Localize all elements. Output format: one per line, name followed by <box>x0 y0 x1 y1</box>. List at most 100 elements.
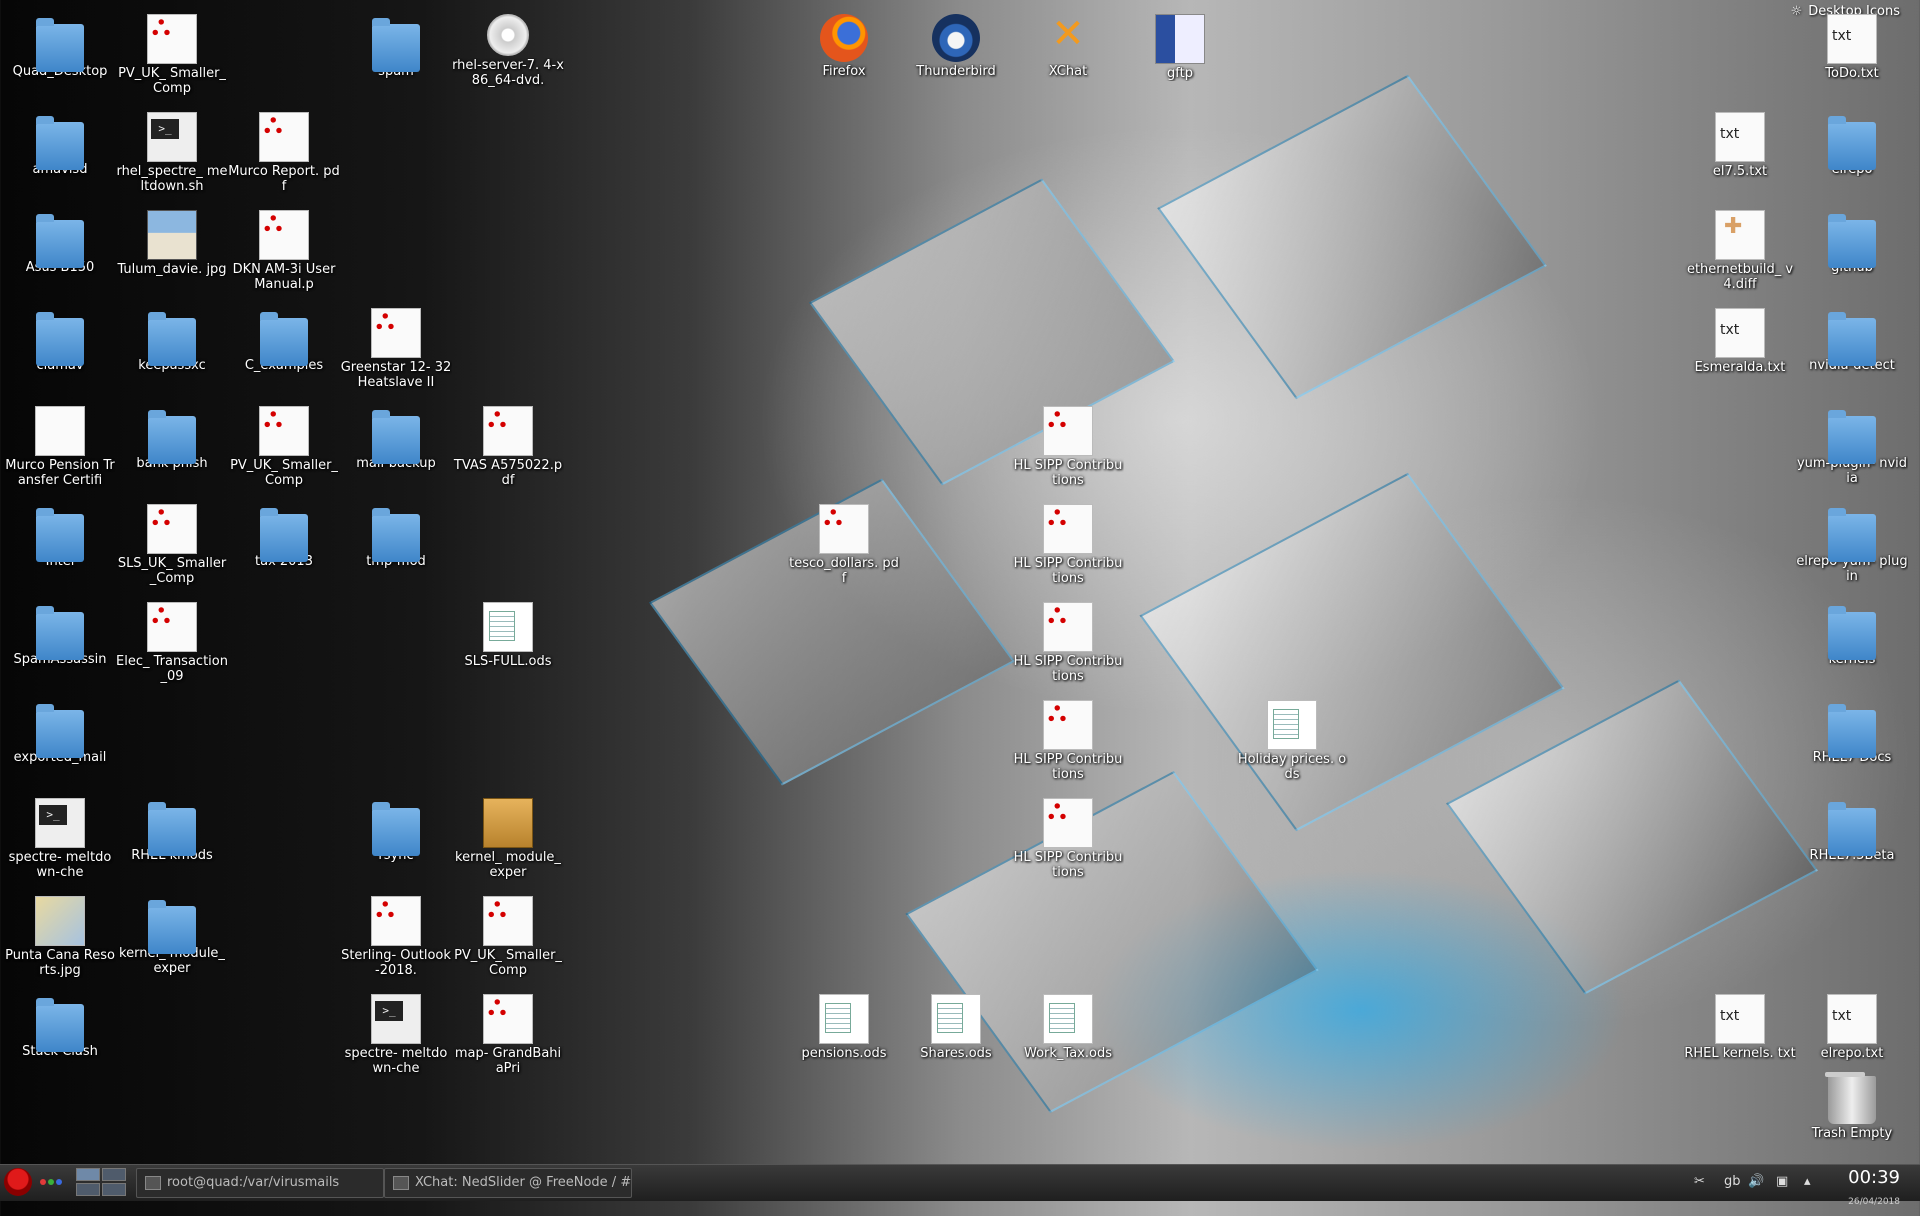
folder-icon <box>372 410 420 464</box>
desktop-icon[interactable]: map- GrandBahiaPri <box>452 994 564 1086</box>
desktop-icon[interactable]: spam <box>340 14 452 106</box>
desktop-icon[interactable]: amavisd <box>4 112 116 204</box>
desktop-icon[interactable]: HL SIPP Contributions <box>1012 406 1124 498</box>
workspace-pager[interactable] <box>76 1168 126 1196</box>
desktop-icon[interactable]: spectre- meltdown-che <box>340 994 452 1086</box>
desktop-icon[interactable]: Firefox <box>788 14 900 106</box>
desktop-icon[interactable]: Asus B150 <box>4 210 116 302</box>
folder-icon <box>372 508 420 562</box>
desktop-icon[interactable]: Greenstar 12- 32 Heatslave II <box>340 308 452 400</box>
desktop-icon[interactable]: Murco Pension Transfer Certifi <box>4 406 116 498</box>
icon-label: ToDo.txt <box>1825 66 1879 81</box>
desktop-icon[interactable]: kernel_ module_exper <box>116 896 228 988</box>
desktop-icon[interactable]: Shares.ods <box>900 994 1012 1086</box>
icon-label: Firefox <box>822 64 866 79</box>
desktop-icon[interactable]: keepassxc <box>116 308 228 400</box>
desktop-icon[interactable]: clamav <box>4 308 116 400</box>
desktop-icon[interactable]: Sterling- Outlook-2018. <box>340 896 452 988</box>
desktop-icon[interactable]: SLS_UK_ Smaller_Comp <box>116 504 228 596</box>
workspace-4[interactable] <box>102 1183 126 1196</box>
tray-expand-icon[interactable]: ▴ <box>1804 1168 1811 1196</box>
icon-label: XChat <box>1048 64 1088 79</box>
icon-label: Murco Report. pdf <box>228 164 340 194</box>
clock[interactable]: 00:39 26/04/2018 <box>1848 1168 1900 1208</box>
desktop-icon[interactable]: Elec_ Transaction_09 <box>116 602 228 694</box>
icon-label: RHEL kernels. txt <box>1684 1046 1796 1061</box>
desktop-icon[interactable]: PV_UK_ Smaller_Comp <box>116 14 228 106</box>
desktop-icon[interactable]: Esmeralda.txt <box>1684 308 1796 400</box>
desktop-icon[interactable]: SpamAssassin <box>4 602 116 694</box>
desktop-icon[interactable]: Intel <box>4 504 116 596</box>
desktop-icon[interactable]: Tulum_davie. jpg <box>116 210 228 302</box>
desktop-icon[interactable]: tax 2013 <box>228 504 340 596</box>
desktop-icon[interactable]: DKN AM-3i User Manual.p <box>228 210 340 302</box>
desktop-icon[interactable]: pensions.ods <box>788 994 900 1086</box>
task-button-xchat[interactable]: XChat: NedSlider @ FreeNode / # <box>384 1168 632 1198</box>
desktop-icon[interactable]: TVAS A575022.pdf <box>452 406 564 498</box>
volume-icon[interactable]: 🔊 <box>1748 1168 1764 1196</box>
desktop-icon[interactable]: tmp-mod <box>340 504 452 596</box>
scissors-icon[interactable]: ✂ <box>1694 1168 1705 1196</box>
desktop-icon[interactable]: SLS-FULL.ods <box>452 602 564 694</box>
desktop-icon[interactable]: kernels <box>1796 602 1908 694</box>
desktop-icon[interactable]: bank phish <box>116 406 228 498</box>
redhat-menu-icon[interactable] <box>4 1168 32 1196</box>
desktop-icon[interactable]: ToDo.txt <box>1796 14 1908 106</box>
desktop-icon[interactable]: Quad_Desktop <box>4 14 116 106</box>
desktop-icon[interactable]: RHEL kernels. txt <box>1684 994 1796 1086</box>
desktop-icon[interactable]: kernel_ module_exper <box>452 798 564 890</box>
icon-label: HL SIPP Contributions <box>1013 752 1123 782</box>
desktop-icon[interactable]: elrepo-yum- plugin <box>1796 504 1908 596</box>
icon-label: TVAS A575022.pdf <box>453 458 563 488</box>
desktop-icon[interactable]: Murco Report. pdf <box>228 112 340 204</box>
desktop-icon[interactable]: exported_mail <box>4 700 116 792</box>
desktop-icon[interactable]: RHEL7.5Beta <box>1796 798 1908 890</box>
desktop-icon[interactable]: HL SIPP Contributions <box>1012 504 1124 596</box>
desktop-icon[interactable]: yum-plugin- nvidia <box>1796 406 1908 498</box>
desktop-icon[interactable]: tesco_dollars. pdf <box>788 504 900 596</box>
workspace-3[interactable] <box>76 1183 100 1196</box>
text-file-icon <box>1715 308 1765 358</box>
folder-icon <box>36 18 84 72</box>
desktop-icon[interactable]: rhel-server-7. 4-x86_64-dvd. <box>452 14 564 106</box>
desktop-icon[interactable]: RHEL kmods <box>116 798 228 890</box>
desktop[interactable]: ☼Desktop Icons Quad_Desktop PV_UK_ Small… <box>0 0 1920 1164</box>
desktop-icon[interactable]: Thunderbird <box>900 14 1012 106</box>
desktop-icon[interactable]: HL SIPP Contributions <box>1012 700 1124 792</box>
spreadsheet-icon <box>931 994 981 1044</box>
desktop-icon[interactable]: PV_UK_ Smaller_Comp <box>452 896 564 988</box>
icon-label: elrepo.txt <box>1820 1046 1884 1061</box>
keyboard-layout-indicator[interactable]: gb <box>1724 1168 1741 1196</box>
network-icon[interactable]: ▣ <box>1776 1168 1788 1196</box>
desktop-icon[interactable]: nvidia-detect <box>1796 308 1908 400</box>
workspace-1[interactable] <box>76 1168 100 1181</box>
task-button-terminal[interactable]: root@quad:/var/virusmails <box>136 1168 384 1198</box>
desktop-icon[interactable]: rhel_spectre_ meltdown.sh <box>116 112 228 204</box>
icon-label: HL SIPP Contributions <box>1013 556 1123 586</box>
desktop-icon[interactable]: Stack Clash <box>4 994 116 1086</box>
desktop-icon[interactable]: el7.5.txt <box>1684 112 1796 204</box>
desktop-icon[interactable]: rsync <box>340 798 452 890</box>
workspace-2[interactable] <box>102 1168 126 1181</box>
text-file-icon <box>1715 994 1765 1044</box>
desktop-icon[interactable]: C_examples <box>228 308 340 400</box>
desktop-icon[interactable]: HL SIPP Contributions <box>1012 602 1124 694</box>
desktop-icon[interactable]: gftp <box>1124 14 1236 106</box>
desktop-icon[interactable]: github <box>1796 210 1908 302</box>
firefox-icon <box>820 14 868 62</box>
desktop-icon[interactable]: spectre- meltdown-che <box>4 798 116 890</box>
folder-icon <box>372 802 420 856</box>
desktop-icon[interactable]: RHEL7 Docs <box>1796 700 1908 792</box>
trash-desktop-icon[interactable]: Trash Empty <box>1796 1072 1908 1164</box>
icon-label: Punta Cana Resorts.jpg <box>5 948 115 978</box>
desktop-icon[interactable]: elrepo <box>1796 112 1908 204</box>
desktop-icon[interactable]: ethernetbuild_ v4.diff <box>1684 210 1796 302</box>
desktop-icon[interactable]: Holiday prices. ods <box>1236 700 1348 792</box>
desktop-icon[interactable]: Punta Cana Resorts.jpg <box>4 896 116 988</box>
desktop-icon[interactable]: PV_UK_ Smaller_Comp <box>228 406 340 498</box>
desktop-icon[interactable]: Work_Tax.ods <box>1012 994 1124 1086</box>
desktop-icon[interactable]: ✕ XChat <box>1012 14 1124 106</box>
desktop-icon[interactable]: mail-backup <box>340 406 452 498</box>
spreadsheet-icon <box>1267 700 1317 750</box>
desktop-icon[interactable]: HL SIPP Contributions <box>1012 798 1124 890</box>
